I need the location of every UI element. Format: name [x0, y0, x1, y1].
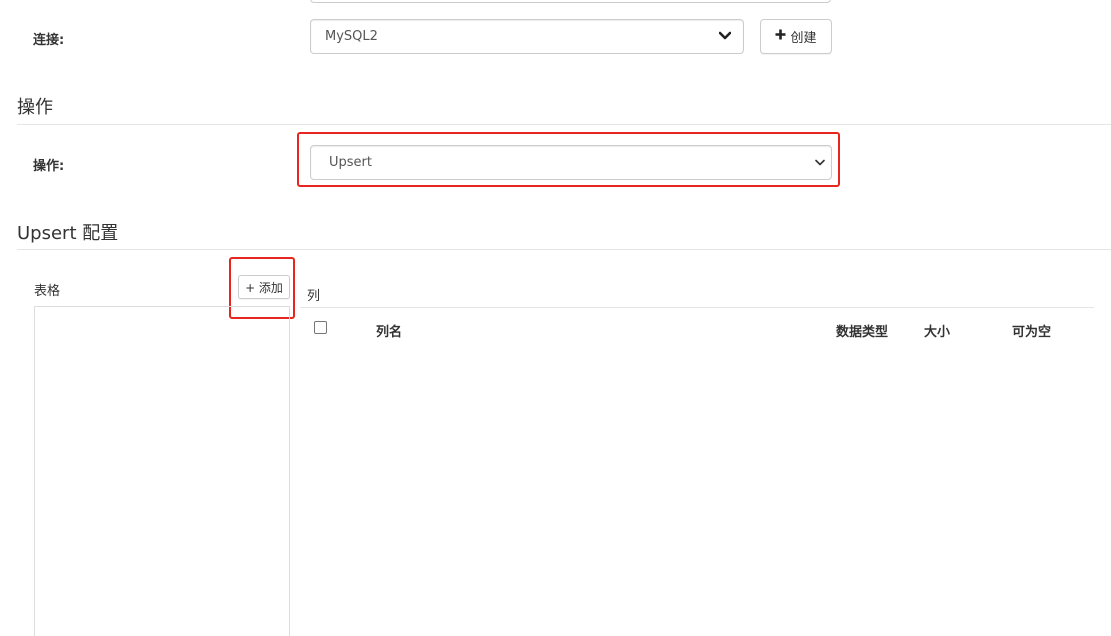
tables-label: 表格 — [34, 284, 61, 299]
create-button-label: 创建 — [790, 31, 817, 46]
operation-divider — [17, 124, 1111, 125]
operation-label: 操作: — [33, 159, 65, 174]
operation-section-title: 操作 — [17, 97, 53, 118]
add-button-label: + 添加 — [245, 280, 283, 295]
partial-field-top[interactable] — [310, 0, 831, 3]
chevron-down-icon — [815, 155, 825, 170]
operation-select-value: Upsert — [329, 155, 372, 170]
column-header-name: 列名 — [376, 325, 403, 340]
connection-label: 连接: — [33, 33, 65, 48]
upsert-divider — [17, 249, 1111, 250]
upsert-section-title: Upsert 配置 — [17, 223, 119, 244]
operation-select[interactable]: Upsert — [310, 145, 832, 180]
tables-list[interactable] — [34, 306, 290, 636]
plus-icon — [775, 29, 786, 44]
connection-select-value: MySQL2 — [325, 29, 378, 44]
columns-label: 列 — [307, 289, 321, 304]
add-table-button[interactable]: + 添加 — [238, 275, 290, 299]
select-all-checkbox[interactable] — [314, 321, 327, 334]
column-header-nullable: 可为空 — [1012, 325, 1052, 340]
column-header-size: 大小 — [924, 325, 951, 340]
page-root: 连接: MySQL2 创建 操作 操作: Upsert Upsert 配置 表格… — [0, 0, 1111, 636]
chevron-down-icon — [718, 29, 732, 44]
connection-select[interactable]: MySQL2 — [310, 19, 744, 54]
columns-divider — [300, 307, 1094, 308]
column-header-datatype: 数据类型 — [836, 325, 889, 340]
create-connection-button[interactable]: 创建 — [760, 19, 832, 54]
